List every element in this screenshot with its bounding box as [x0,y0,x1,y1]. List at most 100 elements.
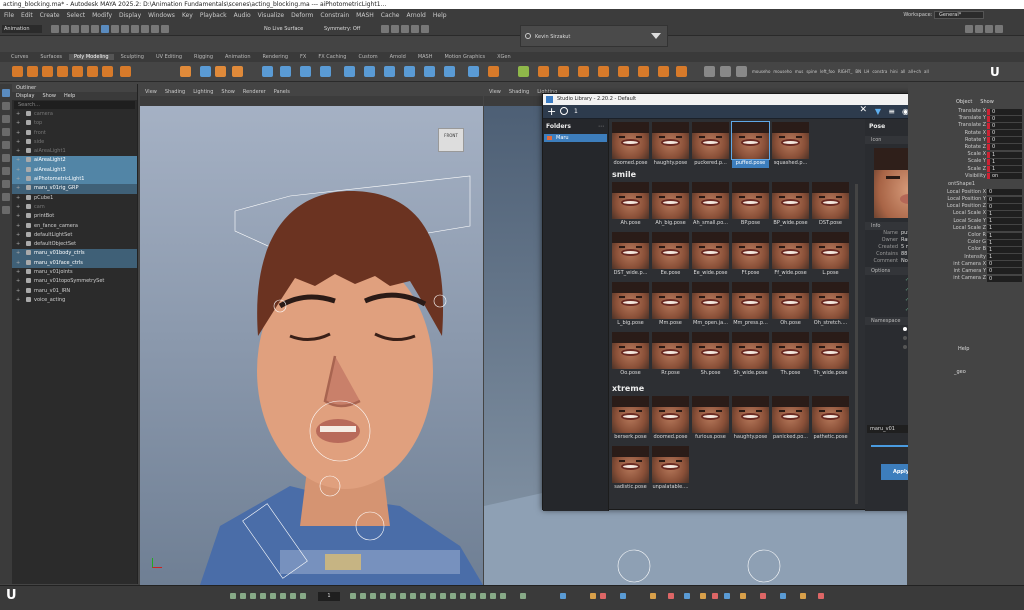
outliner-item[interactable]: + aiAreaLight1 [12,147,137,156]
attribute-value-field[interactable]: 0 [987,137,1022,144]
outliner-item[interactable]: + top [12,119,137,128]
outliner-item[interactable]: + voice_acting [12,296,137,305]
pose-tile[interactable]: Ff.pose [732,232,769,279]
shelf-tab-fx[interactable]: FX [295,54,311,60]
timeline-tool-icon[interactable] [684,593,690,599]
timeline-tool-icon[interactable] [350,593,356,599]
shelf-tab-arnold[interactable]: Arnold [385,54,411,60]
shelf-tab-uv-editing[interactable]: UV Editing [151,54,187,60]
expand-icon[interactable]: + [16,212,20,221]
channel-attribute-row[interactable]: Translate Z0 [908,122,1024,129]
channel-attribute-row[interactable]: Local Position Z0 [908,203,1024,210]
shelf-button-10[interactable]: hini [890,69,897,74]
shelf-button-2[interactable]: mouseho [773,69,791,74]
menu-set-dropdown[interactable]: Animation [2,25,42,33]
outliner-item[interactable]: + maru_v01topoSymmetrySet [12,277,137,286]
menu-edit[interactable]: Edit [21,12,33,19]
menu-arnold[interactable]: Arnold [406,12,425,19]
tool-settings-icon[interactable] [985,25,993,33]
attribute-value-field[interactable]: 0 [987,275,1022,282]
pose-tile[interactable]: Ah_big.pose [652,182,689,229]
rotate-tool-icon[interactable] [2,141,10,149]
menu-help[interactable]: Help [433,12,447,19]
expand-icon[interactable]: + [16,277,20,286]
uv-layout-icon[interactable] [558,66,569,77]
shelf-button-5[interactable]: left_foo [820,69,835,74]
channel-attribute-row[interactable]: Local Scale X1 [908,210,1024,217]
pose-tile[interactable]: Ff_wide.pose [772,232,809,279]
pose-tile[interactable]: Ah.pose [612,182,649,229]
vp-menu-renderer[interactable]: Renderer [243,88,266,96]
outliner-item[interactable]: + camera [12,110,137,119]
hypershade-icon[interactable] [411,25,419,33]
timeline-tool-icon[interactable] [420,593,426,599]
outliner-item[interactable]: + maru_v01joints [12,268,137,277]
shelf-tab-curves[interactable]: Curves [6,54,33,60]
pose-tile[interactable]: Oo.pose [612,332,649,379]
expand-icon[interactable]: + [16,166,20,175]
layout-two-icon[interactable] [2,193,10,201]
uv-sew-icon[interactable] [676,66,687,77]
vp-menu-panels[interactable]: Panels [274,88,290,96]
shelf-button-1[interactable]: mouseho [752,69,770,74]
smooth-icon[interactable] [300,66,311,77]
poly-disc-icon[interactable] [102,66,113,77]
expand-icon[interactable]: + [16,240,20,249]
menu-mash[interactable]: MASH [356,12,374,19]
outliner-item[interactable]: + maru_v01body_ctrls [12,249,137,259]
pose-tile[interactable]: pathetic.pose [812,396,849,443]
attribute-value-field[interactable]: 0 [987,144,1022,151]
layout-single-icon[interactable] [2,167,10,175]
u-logo-icon-bottom[interactable]: U [6,588,17,603]
outliner-item[interactable]: + maru_v01_IRN [12,287,137,296]
outliner-item[interactable]: + side [12,138,137,147]
snap-point-icon[interactable] [151,25,159,33]
menu-deform[interactable]: Deform [291,12,313,19]
shelf-button-6[interactable]: RIGHT_ [838,69,853,74]
pose-tile[interactable]: furious.pose [692,396,729,443]
attribute-value-field[interactable]: on [987,173,1022,180]
expand-icon[interactable]: + [16,259,20,268]
channel-attribute-row[interactable]: Local Scale Z1 [908,225,1024,232]
timeline-tool-icon[interactable] [300,593,306,599]
poly-cube-icon[interactable] [27,66,38,77]
shelf-tab-mash[interactable]: MASH [413,54,438,60]
bevel-icon[interactable] [404,66,415,77]
outliner-item[interactable]: + aiAreaLight3 [12,165,137,176]
timeline-tool-icon[interactable] [712,593,718,599]
attribute-value-field[interactable]: 1 [987,232,1022,239]
select-icon[interactable] [101,25,109,33]
shelf-tab-poly-modeling[interactable]: Poly Modeling [69,54,114,60]
menu-file[interactable]: File [4,12,14,19]
poly-torus-icon[interactable] [72,66,83,77]
uv-automatic-icon[interactable] [618,66,629,77]
attribute-value-field[interactable]: 1 [987,254,1022,261]
current-frame-field[interactable]: 1 [318,592,340,601]
expand-icon[interactable]: + [16,110,20,119]
poly-plane-icon[interactable] [87,66,98,77]
attribute-value-field[interactable]: 1 [987,166,1022,172]
outliner-menu-help[interactable]: Help [64,92,75,100]
channel-box-icon[interactable] [995,25,1003,33]
timeline-tool-icon[interactable] [760,593,766,599]
render-settings-icon[interactable] [401,25,409,33]
pose-tile[interactable]: Oh.pose [772,282,809,329]
shelf-button-7[interactable]: BN [855,69,861,74]
vp2-menu-view[interactable]: View [489,88,501,96]
timeline-tool-icon[interactable] [560,593,566,599]
shelf-button-11[interactable]: all [901,69,906,74]
shelf-button-8[interactable]: LH [864,69,869,74]
attribute-value-field[interactable]: 0 [987,196,1022,203]
pose-tile[interactable]: DST_wide.p... [612,232,649,279]
search-icon[interactable] [560,107,568,115]
timeline-tool-icon[interactable] [724,593,730,599]
timeline-tool-icon[interactable] [490,593,496,599]
user-account-dropdown[interactable]: Kevin Sirzakut [520,25,668,47]
expand-icon[interactable]: + [16,119,20,128]
pose-tile[interactable]: Mm.pose [652,282,689,329]
uv-planar-icon[interactable] [578,66,589,77]
shelf-button-3[interactable]: mus [795,69,804,74]
layer-item[interactable]: _geo [954,369,966,375]
channel-attribute-row[interactable]: Translate X0 [908,108,1024,115]
shelf-tab-animation[interactable]: Animation [220,54,256,60]
